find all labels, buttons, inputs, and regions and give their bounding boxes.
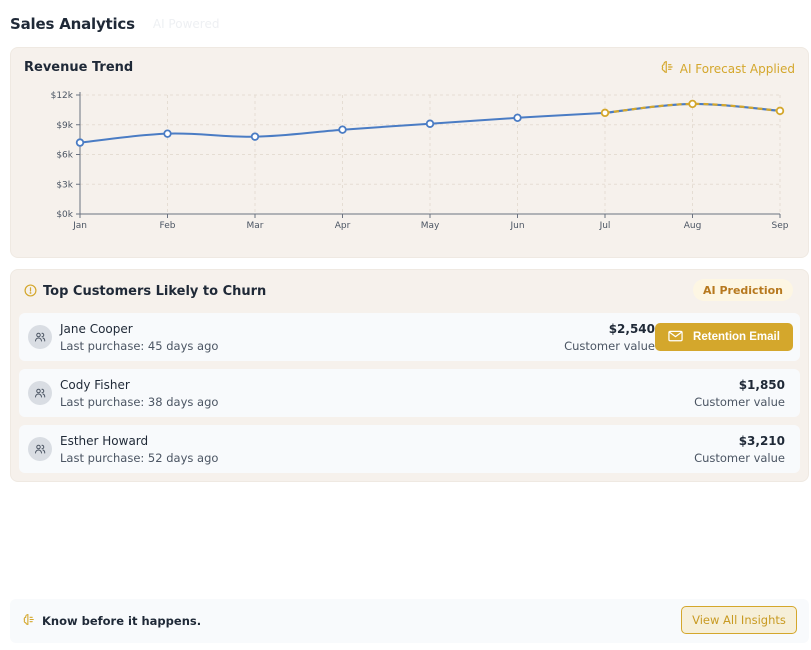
revenue-chart: $0k $3k $6k $9k $12k Jan Feb Mar Apr May Jun Jul Aug… (11, 84, 810, 234)
users-icon (28, 381, 52, 405)
customer-name: Cody Fisher (60, 378, 130, 392)
y-tick-label: $3k (56, 180, 73, 190)
churn-card: Top Customers Likely to Churn AI Predict… (10, 269, 809, 482)
x-tick-label: Apr (335, 221, 351, 231)
retention-email-button[interactable]: Retention Email (655, 323, 793, 351)
forecast-data-point (600, 108, 610, 118)
x-tick-label: Jan (72, 221, 87, 231)
users-icon (28, 325, 52, 349)
retention-email-label: Retention Email (693, 331, 780, 343)
customer-name: Esther Howard (60, 434, 149, 448)
actual-data-point (513, 113, 522, 123)
forecast-data-point (775, 106, 785, 116)
page-title: Sales Analytics (10, 15, 135, 33)
x-tick-label: Mar (247, 221, 264, 231)
actual-data-point (338, 125, 347, 134)
customer-name: Jane Cooper (60, 322, 133, 336)
alert-circle-icon (24, 282, 37, 301)
insights-footer: Know before it happens. View All Insight… (10, 599, 809, 643)
x-tick-label: Sep (772, 221, 789, 231)
y-tick-label: $12k (51, 91, 74, 101)
customer-row[interactable]: Jane Cooper Last purchase: 45 days ago $… (19, 313, 800, 361)
customer-value-label: Customer value (694, 451, 785, 465)
brain-icon (23, 613, 36, 629)
customer-value-label: Customer value (564, 339, 655, 353)
customer-value-label: Customer value (694, 395, 785, 409)
customer-last-purchase: Last purchase: 38 days ago (60, 395, 219, 409)
ai-prediction-badge: AI Prediction (693, 279, 793, 301)
x-tick-label: May (421, 221, 440, 231)
customer-amount: $1,850 (738, 378, 785, 392)
churn-header: Top Customers Likely to Churn (24, 282, 266, 301)
churn-title: Top Customers Likely to Churn (43, 284, 267, 299)
y-tick-label: $9k (56, 121, 73, 131)
actual-data-point (75, 138, 85, 147)
customer-row[interactable]: Esther Howard Last purchase: 52 days ago… (19, 425, 800, 473)
view-all-insights-button[interactable]: View All Insights (681, 606, 797, 634)
y-tick-label: $0k (56, 210, 73, 220)
footer-tagline: Know before it happens. (42, 614, 202, 628)
footer-tagline-group: Know before it happens. (23, 613, 201, 629)
revenue-trend-card: Revenue Trend AI Forecast Applied $0k $3k… (10, 47, 809, 258)
revenue-chart-svg: $0k $3k $6k $9k $12k Jan Feb Mar Apr May Jun Jul Aug… (51, 91, 789, 231)
x-tick-label: Jul (599, 221, 611, 231)
customer-amount: $3,210 (738, 434, 785, 448)
ai-forecast-label: AI Forecast Applied (679, 61, 795, 76)
revenue-trend-title: Revenue Trend (24, 60, 134, 75)
x-tick-label: Jun (509, 221, 524, 231)
page-header: Sales Analytics AI Powered (10, 12, 219, 36)
customer-row[interactable]: Cody Fisher Last purchase: 38 days ago $… (19, 369, 800, 417)
customer-last-purchase: Last purchase: 45 days ago (60, 339, 219, 353)
x-tick-label: Feb (160, 221, 176, 231)
ai-forecast-tag: AI Forecast Applied (661, 60, 795, 77)
x-tick-label: Aug (684, 221, 702, 231)
mail-icon (668, 330, 683, 345)
customer-amount: $2,540 (608, 322, 655, 336)
actual-data-point (163, 129, 172, 138)
brain-icon (661, 60, 675, 77)
ai-powered-badge: AI Powered (152, 17, 220, 31)
customer-last-purchase: Last purchase: 52 days ago (60, 451, 219, 465)
actual-data-point (425, 119, 435, 128)
users-icon (28, 437, 52, 461)
forecast-data-point (688, 99, 697, 109)
actual-data-point (250, 132, 260, 141)
y-tick-label: $6k (56, 151, 73, 161)
